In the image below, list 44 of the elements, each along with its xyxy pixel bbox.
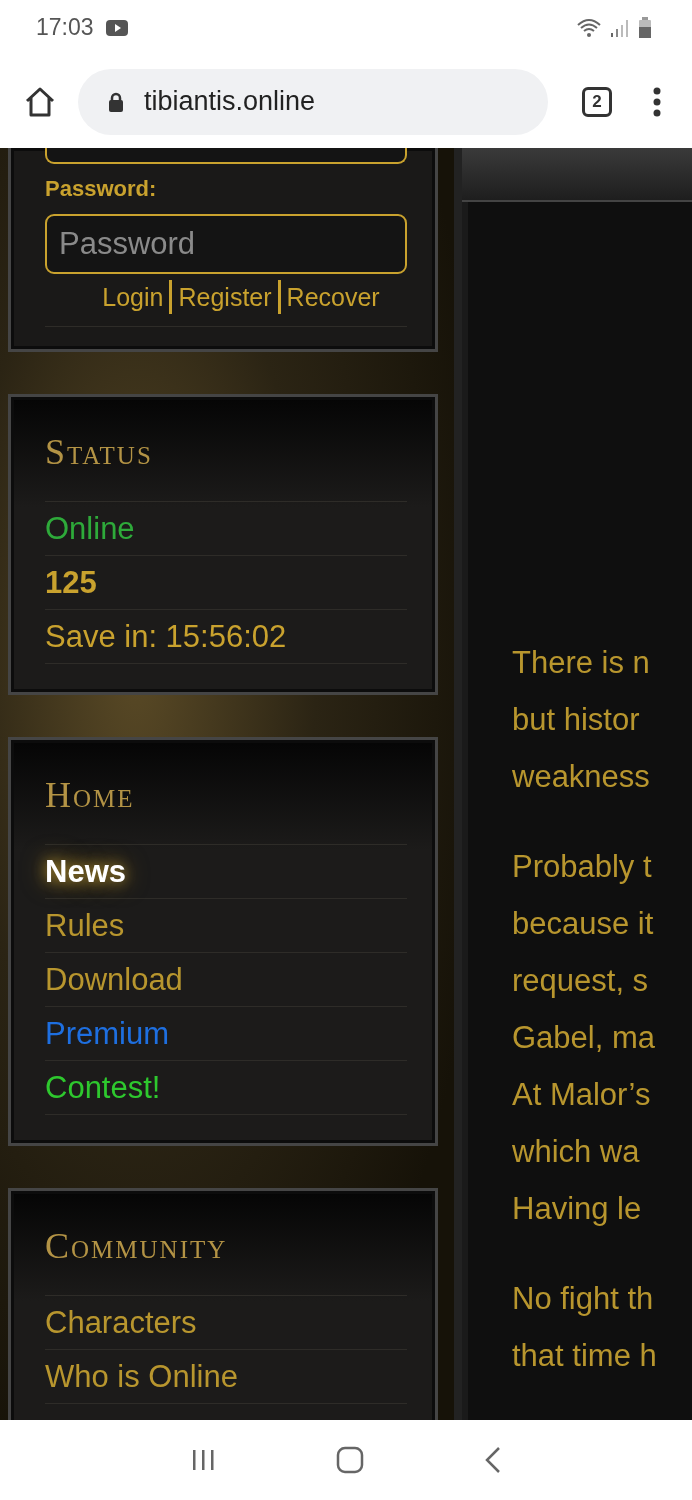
home-button-icon[interactable]: [336, 1446, 364, 1474]
article-text-line: At Malor’s: [512, 1078, 652, 1112]
home-icon[interactable]: [24, 85, 56, 118]
password-field[interactable]: Password: [45, 214, 407, 274]
article-text-line: weakness: [512, 760, 651, 794]
signal-icon: [610, 17, 630, 38]
login-link[interactable]: Login: [102, 282, 164, 312]
article-text-line: because it: [512, 907, 655, 941]
login-link[interactable]: Recover: [286, 282, 380, 312]
status-text: Online: [45, 510, 136, 548]
menu-link[interactable]: Download: [45, 953, 407, 1006]
username-field[interactable]: [45, 148, 407, 164]
panel-title: Status: [45, 431, 154, 474]
article-text-line: which wa: [512, 1135, 641, 1169]
article-text-line: that time h: [512, 1339, 658, 1373]
menu-link[interactable]: Rules: [45, 899, 407, 952]
article-text-line: request, s: [512, 964, 650, 998]
clock-time: 17:03: [36, 14, 94, 41]
article-text-line: There is n: [512, 646, 651, 680]
video-icon: [105, 19, 128, 36]
tab-count-button[interactable]: 2: [582, 86, 612, 117]
menu-link[interactable]: News: [45, 845, 407, 898]
article-text-line: No fight th: [512, 1282, 655, 1316]
wifi-icon: [576, 17, 602, 38]
menu-icon[interactable]: [652, 85, 662, 118]
login-link[interactable]: Register: [178, 282, 272, 312]
status-text: 125: [45, 564, 98, 602]
address-bar[interactable]: tibiantis.online: [78, 68, 548, 135]
menu-link[interactable]: Who is Online: [45, 1350, 407, 1403]
panel-title: Home: [45, 774, 136, 817]
recent-apps-icon[interactable]: [190, 1449, 216, 1471]
back-icon[interactable]: [484, 1446, 502, 1474]
status-text: Save in: 15:56:02: [45, 618, 288, 656]
menu-link[interactable]: Premium: [45, 1007, 407, 1060]
menu-link[interactable]: Characters: [45, 1296, 407, 1349]
article-text-line: Gabel, ma: [512, 1021, 656, 1055]
article-text-line: Probably t: [512, 850, 653, 884]
lock-icon: [108, 91, 124, 112]
panel-title: Community: [45, 1225, 229, 1268]
battery-icon: [638, 16, 652, 39]
password-label: Password:: [45, 176, 158, 202]
article-text-line: Having le: [512, 1192, 643, 1226]
article-text-line: but histor: [512, 703, 641, 737]
menu-link[interactable]: Contest!: [45, 1061, 407, 1114]
